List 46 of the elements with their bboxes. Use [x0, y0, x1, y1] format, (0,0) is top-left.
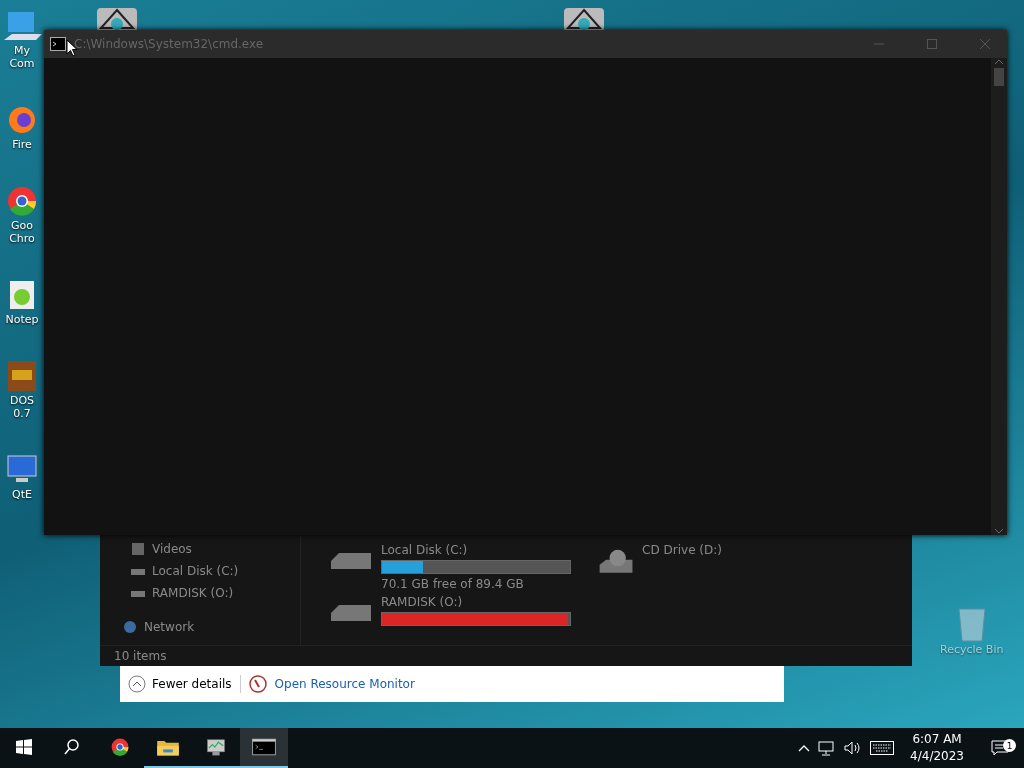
date-text: 4/4/2023 [910, 748, 964, 765]
computer-icon[interactable] [2, 10, 42, 42]
notification-count: 1 [1003, 739, 1016, 752]
sidebar-item[interactable]: Local Disk (C:) [152, 564, 239, 578]
resource-monitor-link[interactable]: Open Resource Monitor [274, 676, 415, 691]
desktop-icon-label[interactable]: My Com [0, 44, 44, 70]
status-text: 10 items [114, 649, 167, 663]
shortcut-drawing[interactable] [95, 6, 139, 32]
network-icon[interactable] [818, 740, 837, 756]
desktop-icon-label[interactable]: DOS 0.7 [9, 394, 35, 420]
fewer-details-button[interactable]: Fewer details [128, 674, 232, 693]
task-manager-icon[interactable] [204, 736, 228, 758]
console-icon [50, 37, 66, 51]
taskbar-button[interactable] [240, 728, 288, 768]
scroll-thumb[interactable] [994, 68, 1004, 86]
volume-icon[interactable] [844, 740, 863, 756]
close-icon [978, 38, 991, 50]
clock[interactable]: 6:07 AM 4/4/2023 [902, 731, 972, 765]
console-icon[interactable] [252, 736, 276, 758]
notification-icon[interactable] [991, 740, 1009, 756]
window-title: C:\Windows\System32\cmd.exe [74, 37, 264, 51]
collapse-icon[interactable] [128, 674, 146, 693]
drive-name[interactable]: CD Drive (D:) [642, 543, 798, 557]
drive-name[interactable]: RAMDISK (O:) [381, 595, 571, 609]
free-space-text: 70.1 GB free of 89.4 GB [381, 577, 525, 591]
search-icon[interactable] [63, 738, 81, 756]
keyboard-icon[interactable] [870, 741, 895, 755]
maximize-icon [925, 38, 938, 50]
sidebar-item[interactable]: Network [144, 620, 195, 634]
network-icon[interactable] [122, 619, 138, 635]
sidebar-item[interactable]: RAMDISK (O:) [152, 586, 234, 600]
scroll-down-icon[interactable] [994, 527, 1004, 535]
desktop-icon-label[interactable]: Fire [12, 138, 32, 151]
sidebar-item[interactable]: Videos [152, 542, 192, 556]
desktop-icon-label[interactable]: Goo Chro [9, 219, 35, 245]
desktop-icon-label[interactable]: QtE [12, 488, 32, 501]
start-icon[interactable] [16, 739, 32, 755]
drive-name[interactable]: Local Disk (C:) [381, 543, 571, 557]
scrollbar[interactable] [991, 58, 1007, 535]
shortcut-drawing[interactable] [562, 6, 606, 32]
desktop-icon-label[interactable]: Notep [5, 313, 39, 326]
scroll-up-icon[interactable] [994, 58, 1004, 66]
resource-monitor-icon[interactable] [248, 674, 267, 693]
video-icon[interactable] [130, 541, 146, 557]
chevron-up-icon[interactable] [798, 743, 811, 753]
time-text: 6:07 AM [912, 731, 962, 748]
